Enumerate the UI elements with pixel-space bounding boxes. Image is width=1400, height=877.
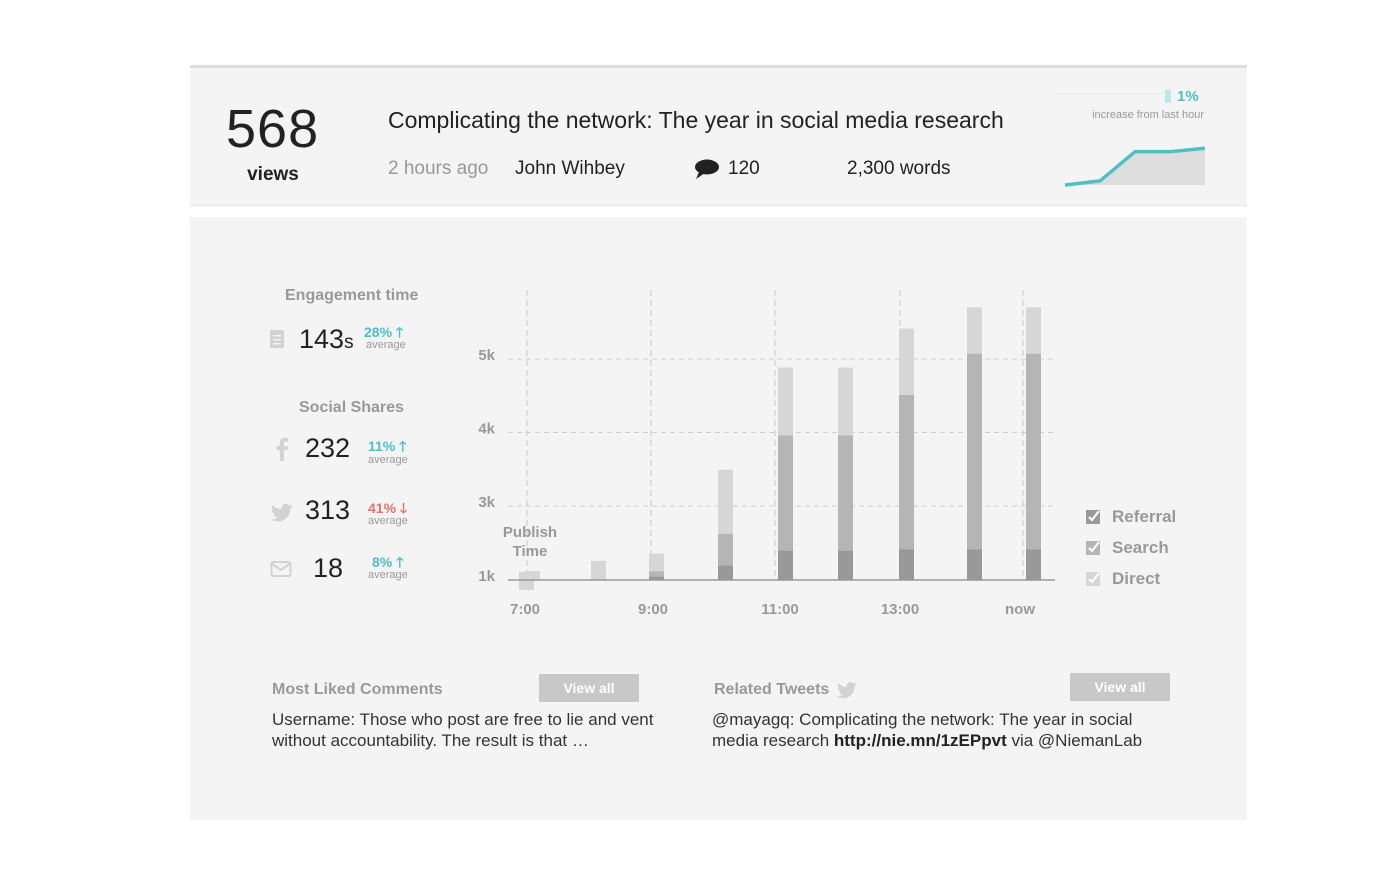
bar-search	[718, 533, 733, 566]
publish-time-annotation-line: Time	[513, 543, 548, 560]
mail-icon	[270, 561, 292, 577]
y-tick-label: 5k	[478, 347, 495, 364]
mail-delta-value: 8%	[372, 554, 393, 570]
bar-referral	[1026, 307, 1041, 354]
engagement-delta-sub: average	[366, 339, 406, 351]
comments-count[interactable]: 120	[694, 158, 760, 180]
twitter-icon	[271, 503, 293, 522]
legend-label-direct: Direct	[1112, 569, 1161, 588]
twitter-shares-value: 313	[305, 495, 351, 525]
arrow-up-icon: 🡑	[396, 554, 404, 570]
author-name[interactable]: John Wihbey	[515, 158, 625, 180]
bar-referral	[967, 307, 982, 354]
facebook-shares-value: 232	[305, 433, 351, 463]
document-icon	[270, 330, 284, 348]
x-tick-label: 9:00	[638, 601, 668, 618]
comments-count-label: 120	[728, 158, 760, 179]
engagement-unit: s	[344, 332, 354, 353]
tweet-text-end: via @NiemanLab	[1006, 731, 1143, 750]
tweets-section-title: Related Tweets	[714, 681, 857, 699]
bar-referral	[591, 560, 606, 580]
publish-marker	[519, 572, 534, 590]
bar-referral	[838, 367, 853, 436]
publish-time-annotation-line: Publish	[503, 524, 557, 541]
legend-label-search: Search	[1112, 538, 1169, 557]
bar-referral	[778, 367, 793, 436]
x-tick-label: now	[1005, 601, 1035, 618]
twitter-delta-sub: average	[368, 515, 408, 527]
bar-direct	[778, 550, 793, 580]
social-shares-title: Social Shares	[299, 399, 404, 416]
facebook-delta-value: 11%	[368, 438, 396, 454]
published-time: 2 hours ago	[388, 158, 489, 179]
comments-section-label: Most Liked Comments	[272, 681, 443, 698]
top-comment-text[interactable]: Username: Those who post are free to lie…	[272, 709, 672, 751]
x-tick-label: 11:00	[761, 601, 799, 618]
legend-item-search[interactable]: Search	[1086, 538, 1169, 558]
engagement-number: 143	[299, 324, 345, 354]
y-tick-label: 3k	[478, 494, 495, 511]
engagement-value: 143s	[299, 326, 354, 353]
bar-referral	[649, 553, 664, 572]
trend-caption: increase from last hour	[1092, 109, 1204, 121]
bar-direct	[1026, 549, 1041, 580]
engagement-delta-value: 28%	[364, 324, 393, 340]
tweet-link[interactable]: http://nie.mn/1zEPpvt	[834, 731, 1007, 750]
x-tick-label: 13:00	[881, 601, 919, 618]
arrow-down-icon: 🡓	[399, 500, 408, 516]
x-tick-label: 7:00	[510, 601, 540, 618]
mail-delta-sub: average	[368, 569, 408, 581]
publish-time-annotation: Publish Time	[503, 524, 557, 560]
y-tick-label: 4k	[478, 421, 495, 438]
facebook-icon	[276, 437, 288, 461]
bar-direct	[838, 550, 853, 580]
engagement-title: Engagement time	[285, 287, 419, 304]
article-title[interactable]: Complicating the network: The year in so…	[388, 107, 1004, 134]
word-count: 2,300 words	[847, 158, 951, 179]
arrow-up-icon: 🡑	[395, 324, 404, 340]
bar-search	[967, 353, 982, 550]
traffic-sources-chart: 1k 3k 4k 5k 7:00 9:00 11:00 13:00 now Publish Time	[478, 290, 1055, 618]
bar-search	[899, 394, 914, 550]
view-all-tweets-button[interactable]: View all	[1070, 673, 1170, 701]
mail-shares-value: 18	[313, 553, 344, 583]
bar-search	[778, 435, 793, 551]
speech-bubble-icon	[695, 159, 719, 179]
trend-indicator-icon	[1165, 90, 1171, 103]
article-header: 568 views Complicating the network: The …	[190, 65, 1247, 206]
view-all-comments-button[interactable]: View all	[539, 674, 639, 702]
bar-search	[1026, 353, 1041, 550]
bar-direct	[899, 549, 914, 580]
checkbox-checked-icon[interactable]	[1086, 572, 1100, 586]
trend-percent: 1%	[1165, 88, 1199, 105]
bar-search	[838, 435, 853, 551]
arrow-up-icon: 🡑	[399, 438, 407, 454]
bar-search	[649, 571, 664, 577]
checkbox-checked-icon[interactable]	[1086, 541, 1100, 555]
comments-section-title: Most Liked Comments	[272, 681, 443, 699]
legend-item-referral[interactable]: Referral	[1086, 507, 1176, 527]
y-tick-label: 1k	[478, 568, 495, 585]
trend-percent-label: 1%	[1177, 88, 1199, 105]
checkbox-checked-icon[interactable]	[1086, 510, 1100, 524]
facebook-delta-sub: average	[368, 454, 408, 466]
views-count: 568	[226, 99, 320, 159]
related-tweet-text[interactable]: @mayagq: Complicating the network: The y…	[712, 709, 1182, 751]
tweets-section-label: Related Tweets	[714, 681, 830, 698]
twitter-icon	[837, 681, 857, 698]
legend-item-direct[interactable]: Direct	[1086, 569, 1160, 589]
bar-direct	[967, 549, 982, 580]
bar-referral	[899, 328, 914, 395]
legend-label-referral: Referral	[1112, 507, 1177, 526]
bar-referral	[718, 469, 733, 534]
bar-direct	[718, 565, 733, 580]
twitter-delta-value: 41%	[368, 500, 397, 516]
views-label: views	[247, 164, 299, 185]
